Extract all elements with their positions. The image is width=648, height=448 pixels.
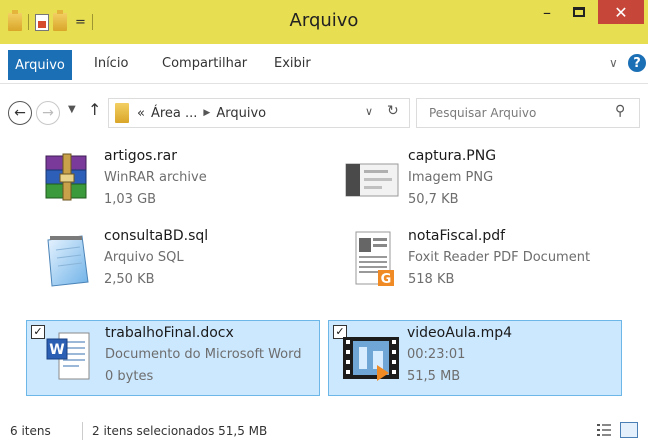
ribbon: Arquivo Início Compartilhar Exibir ∨ ?	[0, 44, 648, 84]
maximize-button[interactable]	[564, 0, 594, 24]
folder-icon	[115, 103, 129, 123]
title-bar: = Arquivo – ✕	[0, 0, 648, 44]
file-duration: 00:23:01	[407, 347, 466, 362]
file-type: Documento do Microsoft Word	[105, 347, 302, 362]
close-button[interactable]: ✕	[598, 0, 644, 24]
file-type: Arquivo SQL	[104, 250, 184, 265]
breadcrumb-overflow[interactable]: «	[137, 106, 145, 121]
file-size: 50,7 KB	[408, 192, 459, 207]
refresh-icon[interactable]: ↻	[387, 103, 399, 119]
file-item-consultabd-sql[interactable]: consultaBD.sql Arquivo SQL 2,50 KB	[26, 224, 320, 300]
search-icon[interactable]: ⚲	[615, 103, 625, 119]
word-document-icon: W	[46, 332, 90, 380]
status-divider	[82, 422, 83, 440]
file-name: artigos.rar	[104, 148, 178, 164]
breadcrumb-arquivo[interactable]: Arquivo	[216, 106, 266, 121]
recent-locations-button[interactable]: ▼	[68, 104, 76, 115]
foxit-pdf-icon: G	[355, 231, 394, 287]
file-list: artigos.rar WinRAR archive 1,03 GB captu…	[0, 140, 648, 414]
file-size: 2,50 KB	[104, 272, 155, 287]
tab-exibir[interactable]: Exibir	[274, 56, 311, 71]
svg-text:G: G	[381, 272, 392, 287]
file-size: 0 bytes	[105, 369, 154, 384]
expand-ribbon-icon[interactable]: ∨	[609, 56, 618, 70]
navigation-bar: ← → ▼ ↑ « Área ... ▶ Arquivo ∨ ↻ ⚲	[0, 84, 648, 140]
search-box[interactable]: ⚲	[416, 98, 640, 128]
status-bar: 6 itens 2 itens selecionados 51,5 MB	[0, 414, 648, 448]
large-icons-view-icon[interactable]	[620, 422, 638, 438]
file-type: Imagem PNG	[408, 170, 494, 185]
chevron-down-icon[interactable]: ∨	[365, 105, 373, 118]
file-size: 518 KB	[408, 272, 455, 287]
file-item-trabalhofinal-docx[interactable]: ✓ W trabalhoFinal.docx Documento do Micr…	[26, 320, 320, 396]
file-name: trabalhoFinal.docx	[105, 325, 234, 341]
minimize-button[interactable]: –	[532, 0, 562, 24]
help-icon[interactable]: ?	[628, 54, 646, 72]
selection-summary: 2 itens selecionados 51,5 MB	[92, 424, 268, 438]
file-size: 51,5 MB	[407, 369, 461, 384]
forward-button[interactable]: →	[36, 101, 60, 125]
item-count: 6 itens	[10, 424, 51, 438]
up-button[interactable]: ↑	[88, 100, 101, 119]
chevron-right-icon[interactable]: ▶	[203, 108, 210, 118]
png-thumbnail-icon	[345, 163, 399, 197]
file-item-videoaula-mp4[interactable]: ✓ videoAula.mp4 00:23:01 51,5 MB	[328, 320, 622, 396]
tab-arquivo[interactable]: Arquivo	[8, 50, 72, 80]
back-button[interactable]: ←	[8, 101, 32, 125]
search-input[interactable]	[417, 99, 607, 127]
breadcrumb-area-de-trabalho[interactable]: Área ...	[151, 106, 197, 121]
file-type: WinRAR archive	[104, 170, 207, 185]
file-name: notaFiscal.pdf	[408, 228, 506, 244]
address-bar[interactable]: « Área ... ▶ Arquivo ∨ ↻	[108, 98, 410, 128]
file-size: 1,03 GB	[104, 192, 157, 207]
details-view-icon[interactable]	[596, 422, 612, 438]
video-thumbnail-icon	[343, 337, 399, 381]
file-name: videoAula.mp4	[407, 325, 513, 341]
file-type: Foxit Reader PDF Document	[408, 250, 591, 265]
winrar-archive-icon	[45, 153, 87, 201]
svg-text:W: W	[49, 342, 64, 358]
notepad-document-icon	[47, 235, 89, 287]
maximize-icon	[573, 7, 585, 17]
file-name: consultaBD.sql	[104, 228, 209, 244]
file-name: captura.PNG	[408, 148, 497, 164]
file-item-notafiscal-pdf[interactable]: G notaFiscal.pdf Foxit Reader PDF Docume…	[330, 224, 624, 300]
tab-compartilhar[interactable]: Compartilhar	[162, 56, 247, 71]
file-item-artigos-rar[interactable]: artigos.rar WinRAR archive 1,03 GB	[26, 144, 320, 220]
tab-inicio[interactable]: Início	[94, 56, 128, 71]
file-item-captura-png[interactable]: captura.PNG Imagem PNG 50,7 KB	[330, 144, 624, 220]
